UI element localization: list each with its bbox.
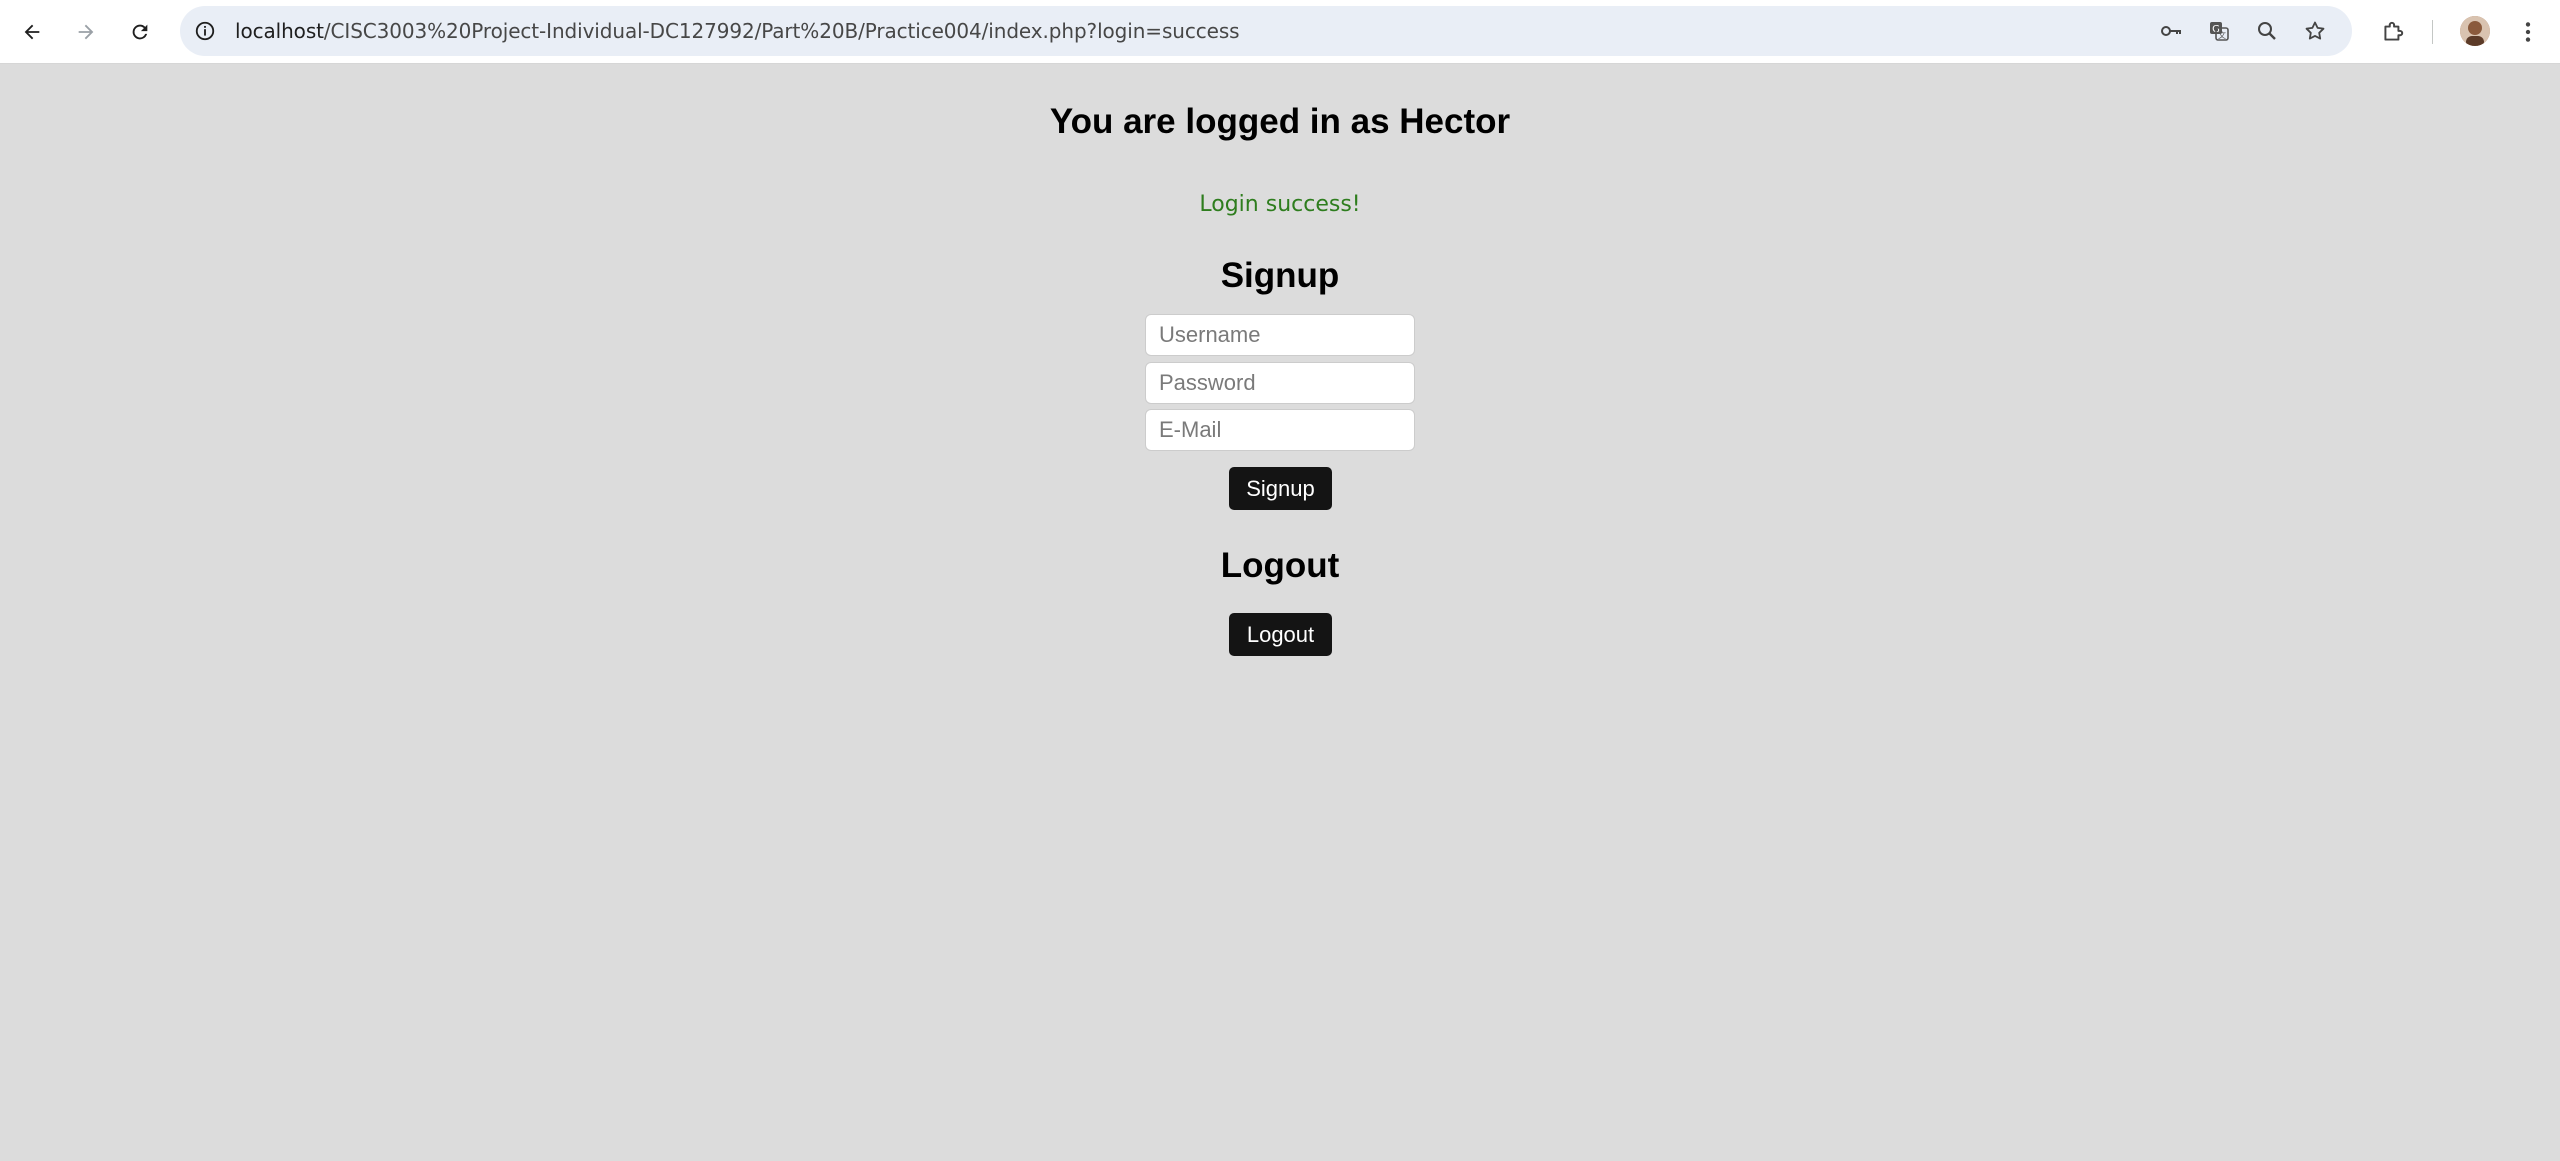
reload-button[interactable] <box>122 14 158 50</box>
back-arrow-icon <box>24 24 40 40</box>
svg-text:文: 文 <box>2218 30 2226 40</box>
puzzle-icon[interactable] <box>2375 14 2411 50</box>
star-icon[interactable] <box>2302 18 2328 44</box>
avatar[interactable] <box>2460 16 2490 46</box>
url-text[interactable]: localhost/CISC3003%20Project-Individual-… <box>235 19 1240 43</box>
translate-icon[interactable]: G 文 <box>2206 18 2232 44</box>
page-title: You are logged in as Hector <box>1049 102 1511 141</box>
logout-title: Logout <box>1220 546 1340 585</box>
kebab-menu-icon[interactable] <box>2510 14 2546 50</box>
browser-toolbar: localhost/CISC3003%20Project-Individual-… <box>0 0 2560 64</box>
back-button[interactable] <box>14 14 50 50</box>
address-bar[interactable]: localhost/CISC3003%20Project-Individual-… <box>180 6 2352 56</box>
toolbar-divider <box>2432 20 2433 44</box>
email-field[interactable] <box>1145 409 1415 451</box>
site-info-icon[interactable] <box>192 18 218 44</box>
forward-arrow-icon <box>78 24 94 40</box>
status-message: Login success! <box>1199 192 1361 217</box>
page-content: You are logged in as Hector Login succes… <box>0 64 2560 1161</box>
logout-button[interactable]: Logout <box>1229 613 1332 656</box>
key-icon[interactable] <box>2158 18 2184 44</box>
username-field[interactable] <box>1145 314 1415 356</box>
signup-title: Signup <box>1220 256 1340 295</box>
password-field[interactable] <box>1145 362 1415 404</box>
zoom-icon[interactable] <box>2254 18 2280 44</box>
signup-button[interactable]: Signup <box>1229 467 1332 510</box>
reload-icon <box>132 24 148 40</box>
url-path: /CISC3003%20Project-Individual-DC127992/… <box>323 19 1240 43</box>
forward-button[interactable] <box>68 14 104 50</box>
url-host: localhost <box>235 19 324 43</box>
